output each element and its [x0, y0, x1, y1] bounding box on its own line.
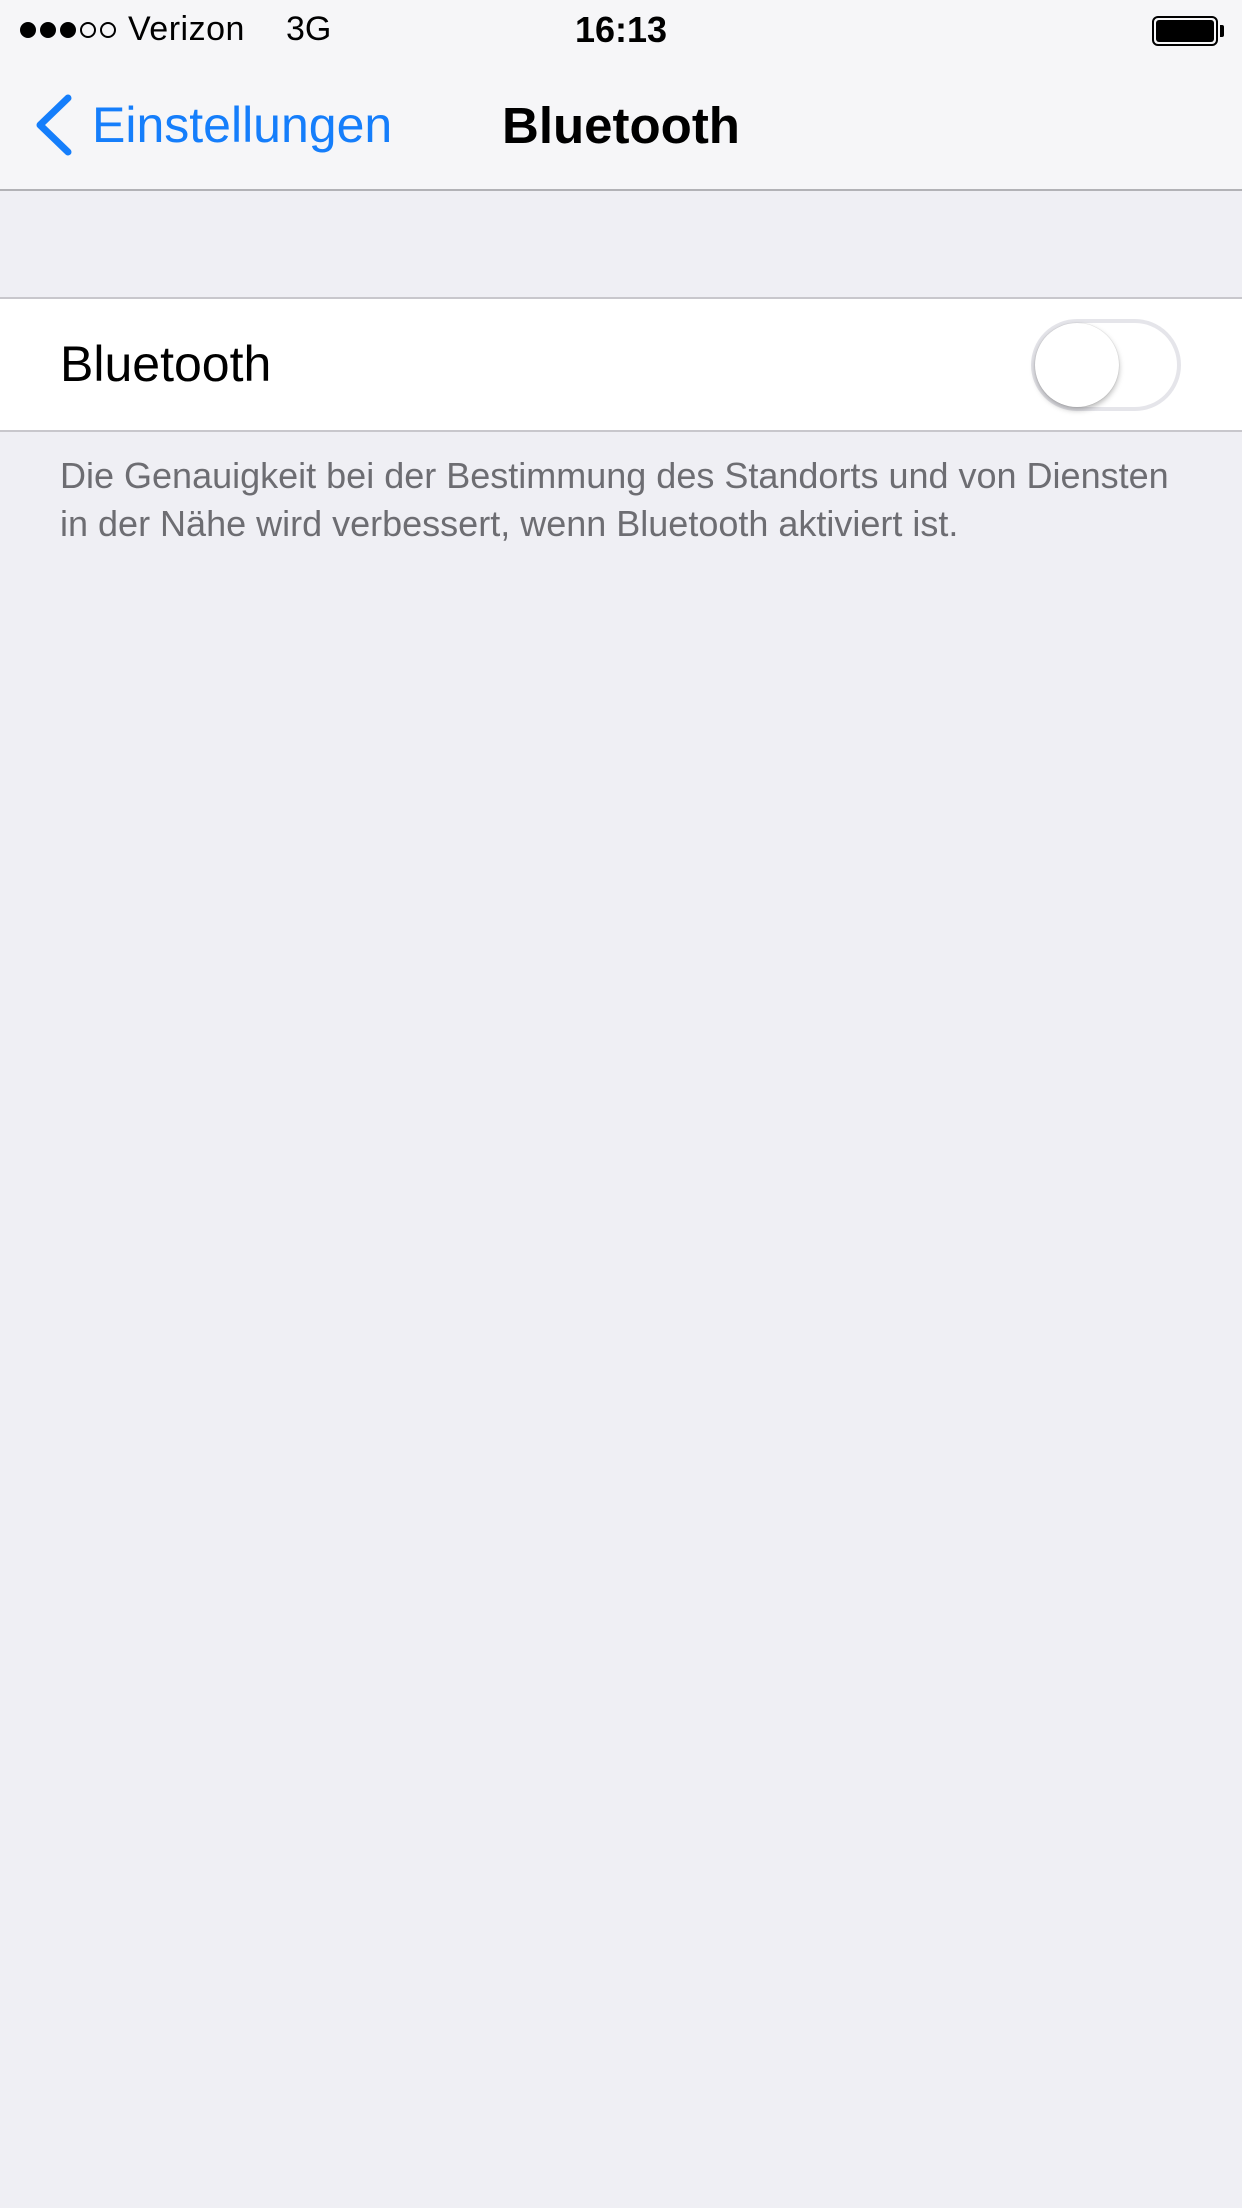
- bluetooth-setting-row: Bluetooth: [0, 297, 1242, 432]
- bluetooth-toggle[interactable]: [1031, 319, 1181, 411]
- battery-fill: [1156, 20, 1214, 42]
- battery-tip: [1220, 25, 1224, 37]
- navigation-bar: Einstellungen Bluetooth: [0, 60, 1242, 190]
- bluetooth-settings-screen: Verizon 3G 16:13 Einstellungen Bluetooth…: [0, 0, 1242, 2208]
- header: Verizon 3G 16:13 Einstellungen Bluetooth: [0, 0, 1242, 191]
- status-bar: Verizon 3G 16:13: [0, 0, 1242, 60]
- page-title: Bluetooth: [502, 97, 740, 154]
- battery-icon: [1152, 16, 1218, 46]
- bluetooth-label: Bluetooth: [60, 336, 272, 392]
- bluetooth-footer-description: Die Genauigkeit bei der Bestimmung des S…: [60, 455, 1169, 544]
- status-time: 16:13: [574, 9, 668, 50]
- toggle-knob: [1035, 323, 1119, 407]
